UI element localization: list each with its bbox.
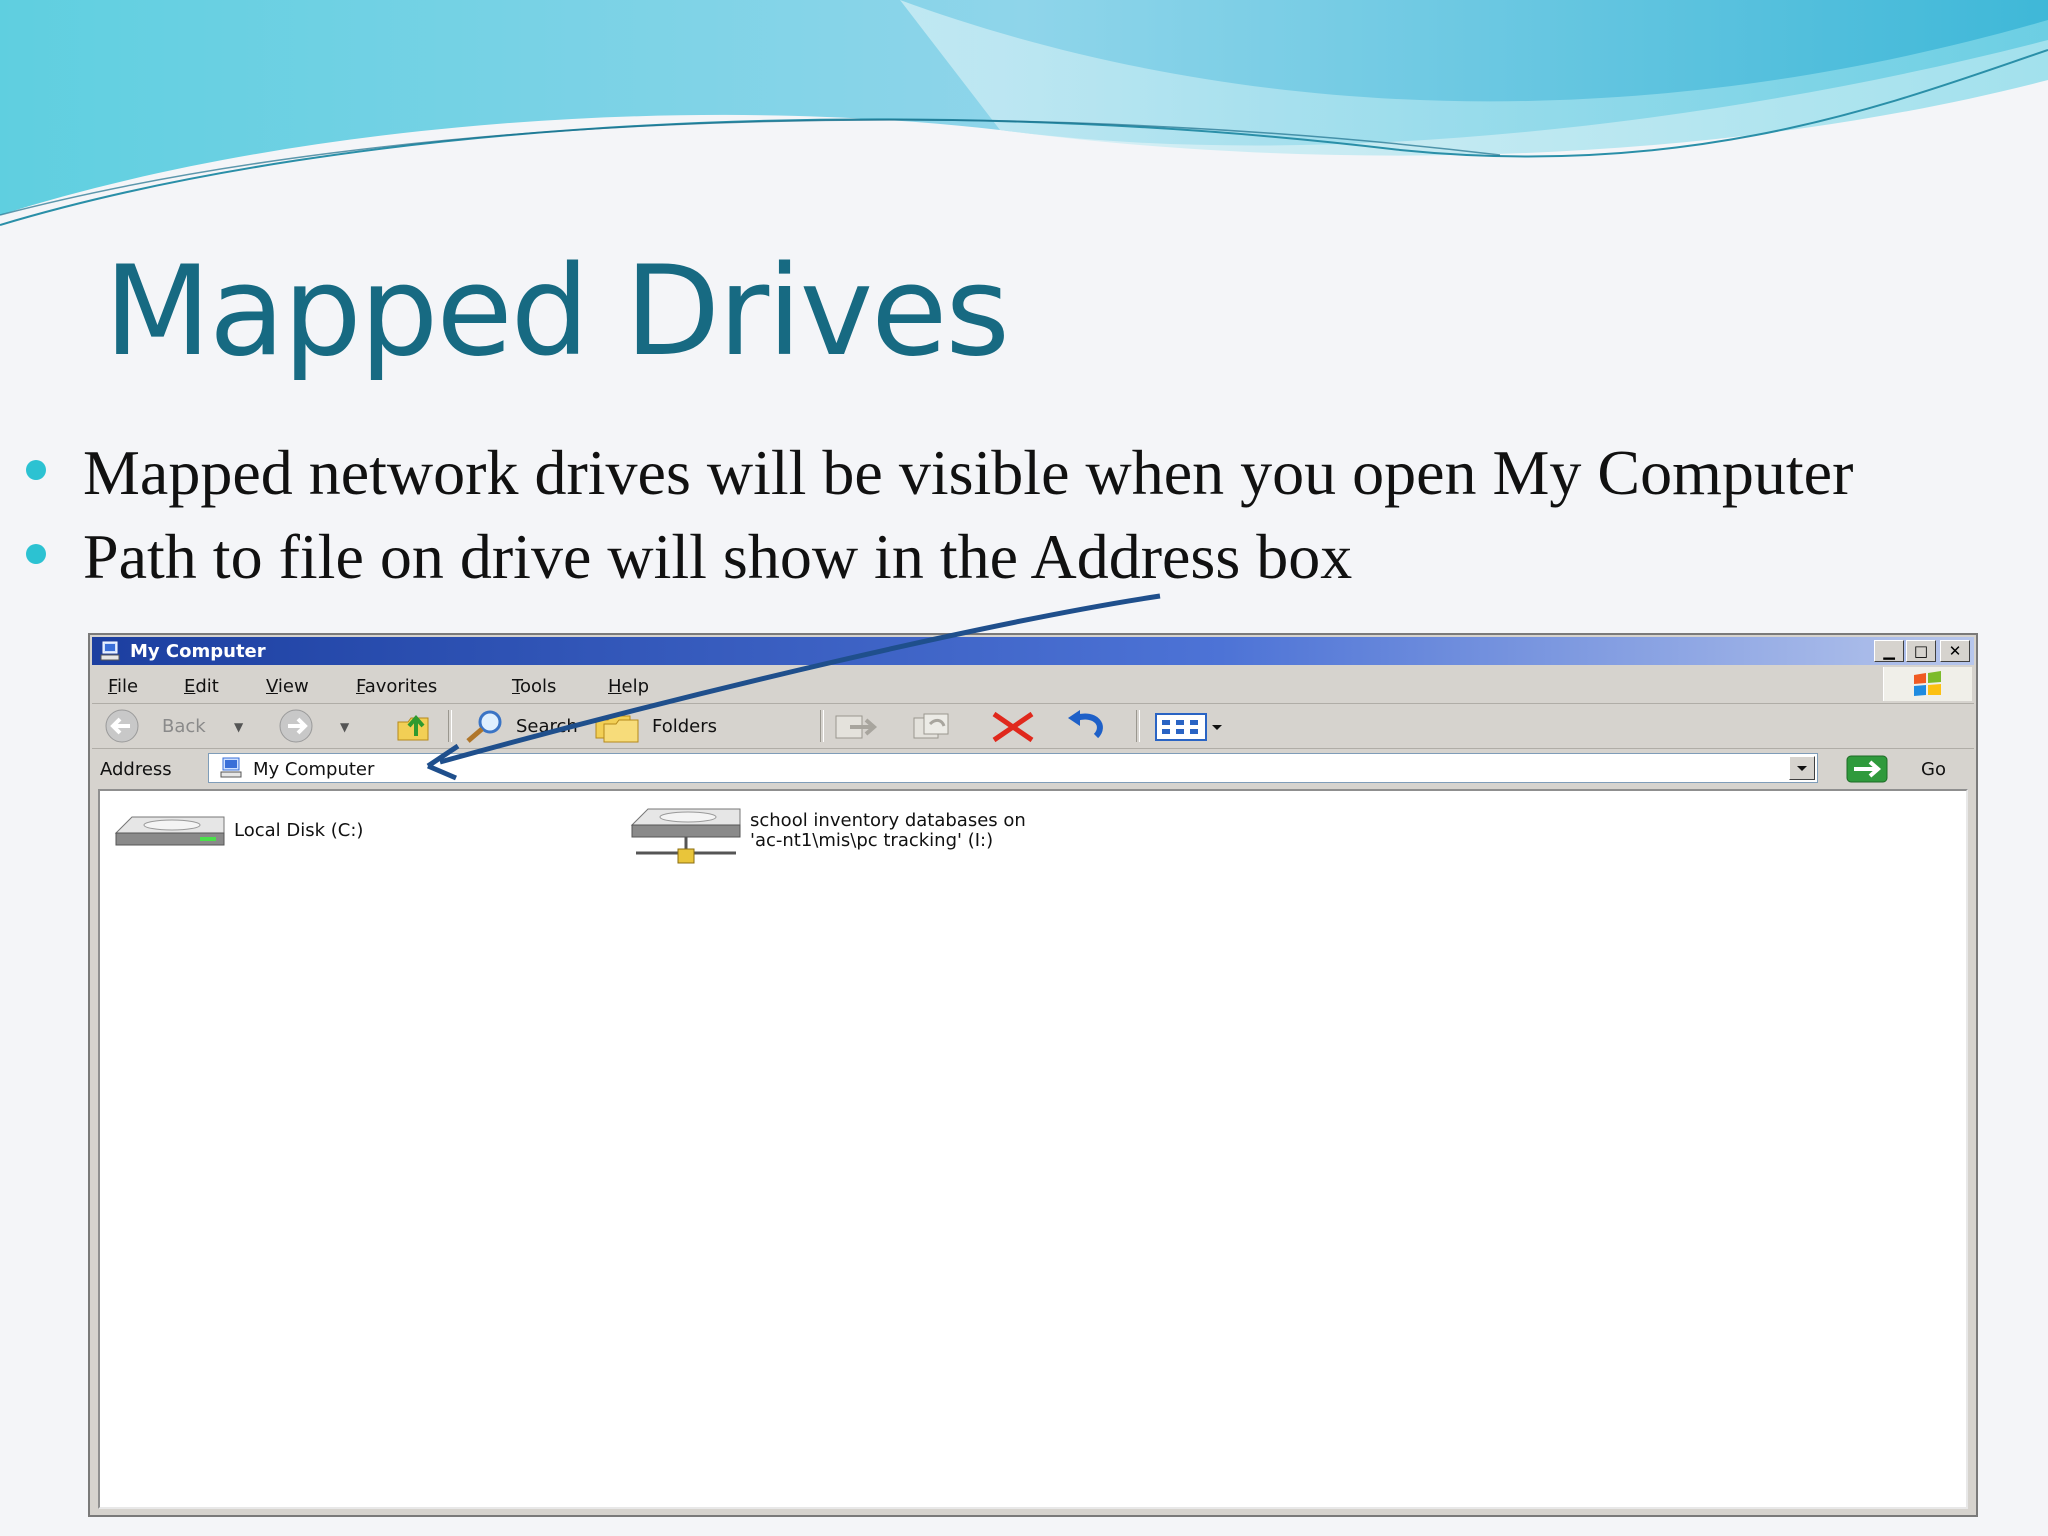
menu-tools[interactable]: Tools [512, 676, 556, 697]
drive-label-line-2: 'ac-nt1\mis\pc tracking' (I:) [750, 830, 994, 851]
window-title: My Computer [130, 641, 266, 662]
chevron-down-icon [1797, 766, 1807, 771]
menu-view[interactable]: View [266, 676, 309, 697]
title-bar[interactable]: My Computer ▁ □ ✕ [92, 637, 1974, 665]
computer-icon [100, 641, 120, 661]
search-icon[interactable] [460, 708, 510, 744]
drive-label-line-1: school inventory databases on [750, 810, 1026, 831]
close-icon: ✕ [1948, 642, 1962, 660]
minimize-button[interactable]: ▁ [1874, 640, 1904, 662]
views-icon[interactable] [1152, 708, 1226, 744]
address-label: Address [100, 759, 172, 780]
bullet-text: Path to file on drive will show in the A… [83, 521, 1353, 592]
toolbar-separator [1136, 710, 1140, 742]
minimize-icon: ▁ [1883, 642, 1895, 660]
maximize-icon: □ [1913, 642, 1929, 660]
up-folder-icon[interactable] [394, 708, 434, 744]
address-field[interactable]: My Computer [208, 753, 1818, 783]
delete-icon[interactable] [988, 708, 1038, 744]
toolbar: Back ▼ ▼ Search Folders [92, 704, 1974, 749]
computer-icon [220, 757, 242, 778]
forward-arrow-icon[interactable] [272, 708, 320, 744]
address-value: My Computer [253, 759, 375, 780]
hard-drive-icon [114, 816, 225, 846]
menu-bar: File Edit View Favorites Tools Help [92, 667, 1974, 704]
toolbar-separator [820, 710, 824, 742]
go-button-label[interactable]: Go [1921, 759, 1946, 780]
address-bar: Address My Computer Go [92, 749, 1974, 787]
toolbar-separator [448, 710, 452, 742]
folders-icon[interactable] [590, 708, 646, 744]
search-button-label[interactable]: Search [516, 716, 578, 737]
menu-file[interactable]: File [108, 676, 138, 697]
header-wave-decoration [0, 0, 2048, 226]
windows-logo-icon [1883, 667, 1972, 701]
local-disk-item[interactable]: Local Disk (C:) [100, 791, 500, 871]
menu-favorites[interactable]: Favorites [356, 676, 437, 697]
address-dropdown-button[interactable] [1789, 756, 1815, 780]
copy-to-icon[interactable] [906, 708, 960, 744]
go-arrow-icon[interactable] [1846, 755, 1888, 783]
slide-title: Mapped Drives [104, 240, 1010, 384]
move-to-icon[interactable] [830, 708, 880, 744]
close-button[interactable]: ✕ [1940, 640, 1970, 662]
forward-dropdown-icon[interactable]: ▼ [340, 720, 349, 734]
bullet-dot-icon [26, 544, 46, 564]
drive-label: Local Disk (C:) [234, 820, 364, 841]
folders-button-label[interactable]: Folders [652, 716, 717, 737]
menu-help[interactable]: Help [608, 676, 649, 697]
back-dropdown-icon[interactable]: ▼ [234, 720, 243, 734]
bullet-text: Mapped network drives will be visible wh… [83, 437, 1854, 508]
file-view-pane: Local Disk (C:) school inventory databas… [98, 789, 1968, 1509]
undo-icon[interactable] [1062, 708, 1112, 744]
network-drive-item[interactable]: school inventory databases on 'ac-nt1\mi… [616, 791, 1216, 881]
network-drive-icon [630, 808, 741, 864]
bullet-dot-icon [26, 460, 46, 480]
menu-edit[interactable]: Edit [184, 676, 219, 697]
maximize-button[interactable]: □ [1906, 640, 1936, 662]
explorer-window: My Computer ▁ □ ✕ File Edit View Favorit… [88, 633, 1978, 1517]
back-arrow-icon[interactable] [102, 708, 152, 744]
back-button-label[interactable]: Back [162, 716, 206, 737]
